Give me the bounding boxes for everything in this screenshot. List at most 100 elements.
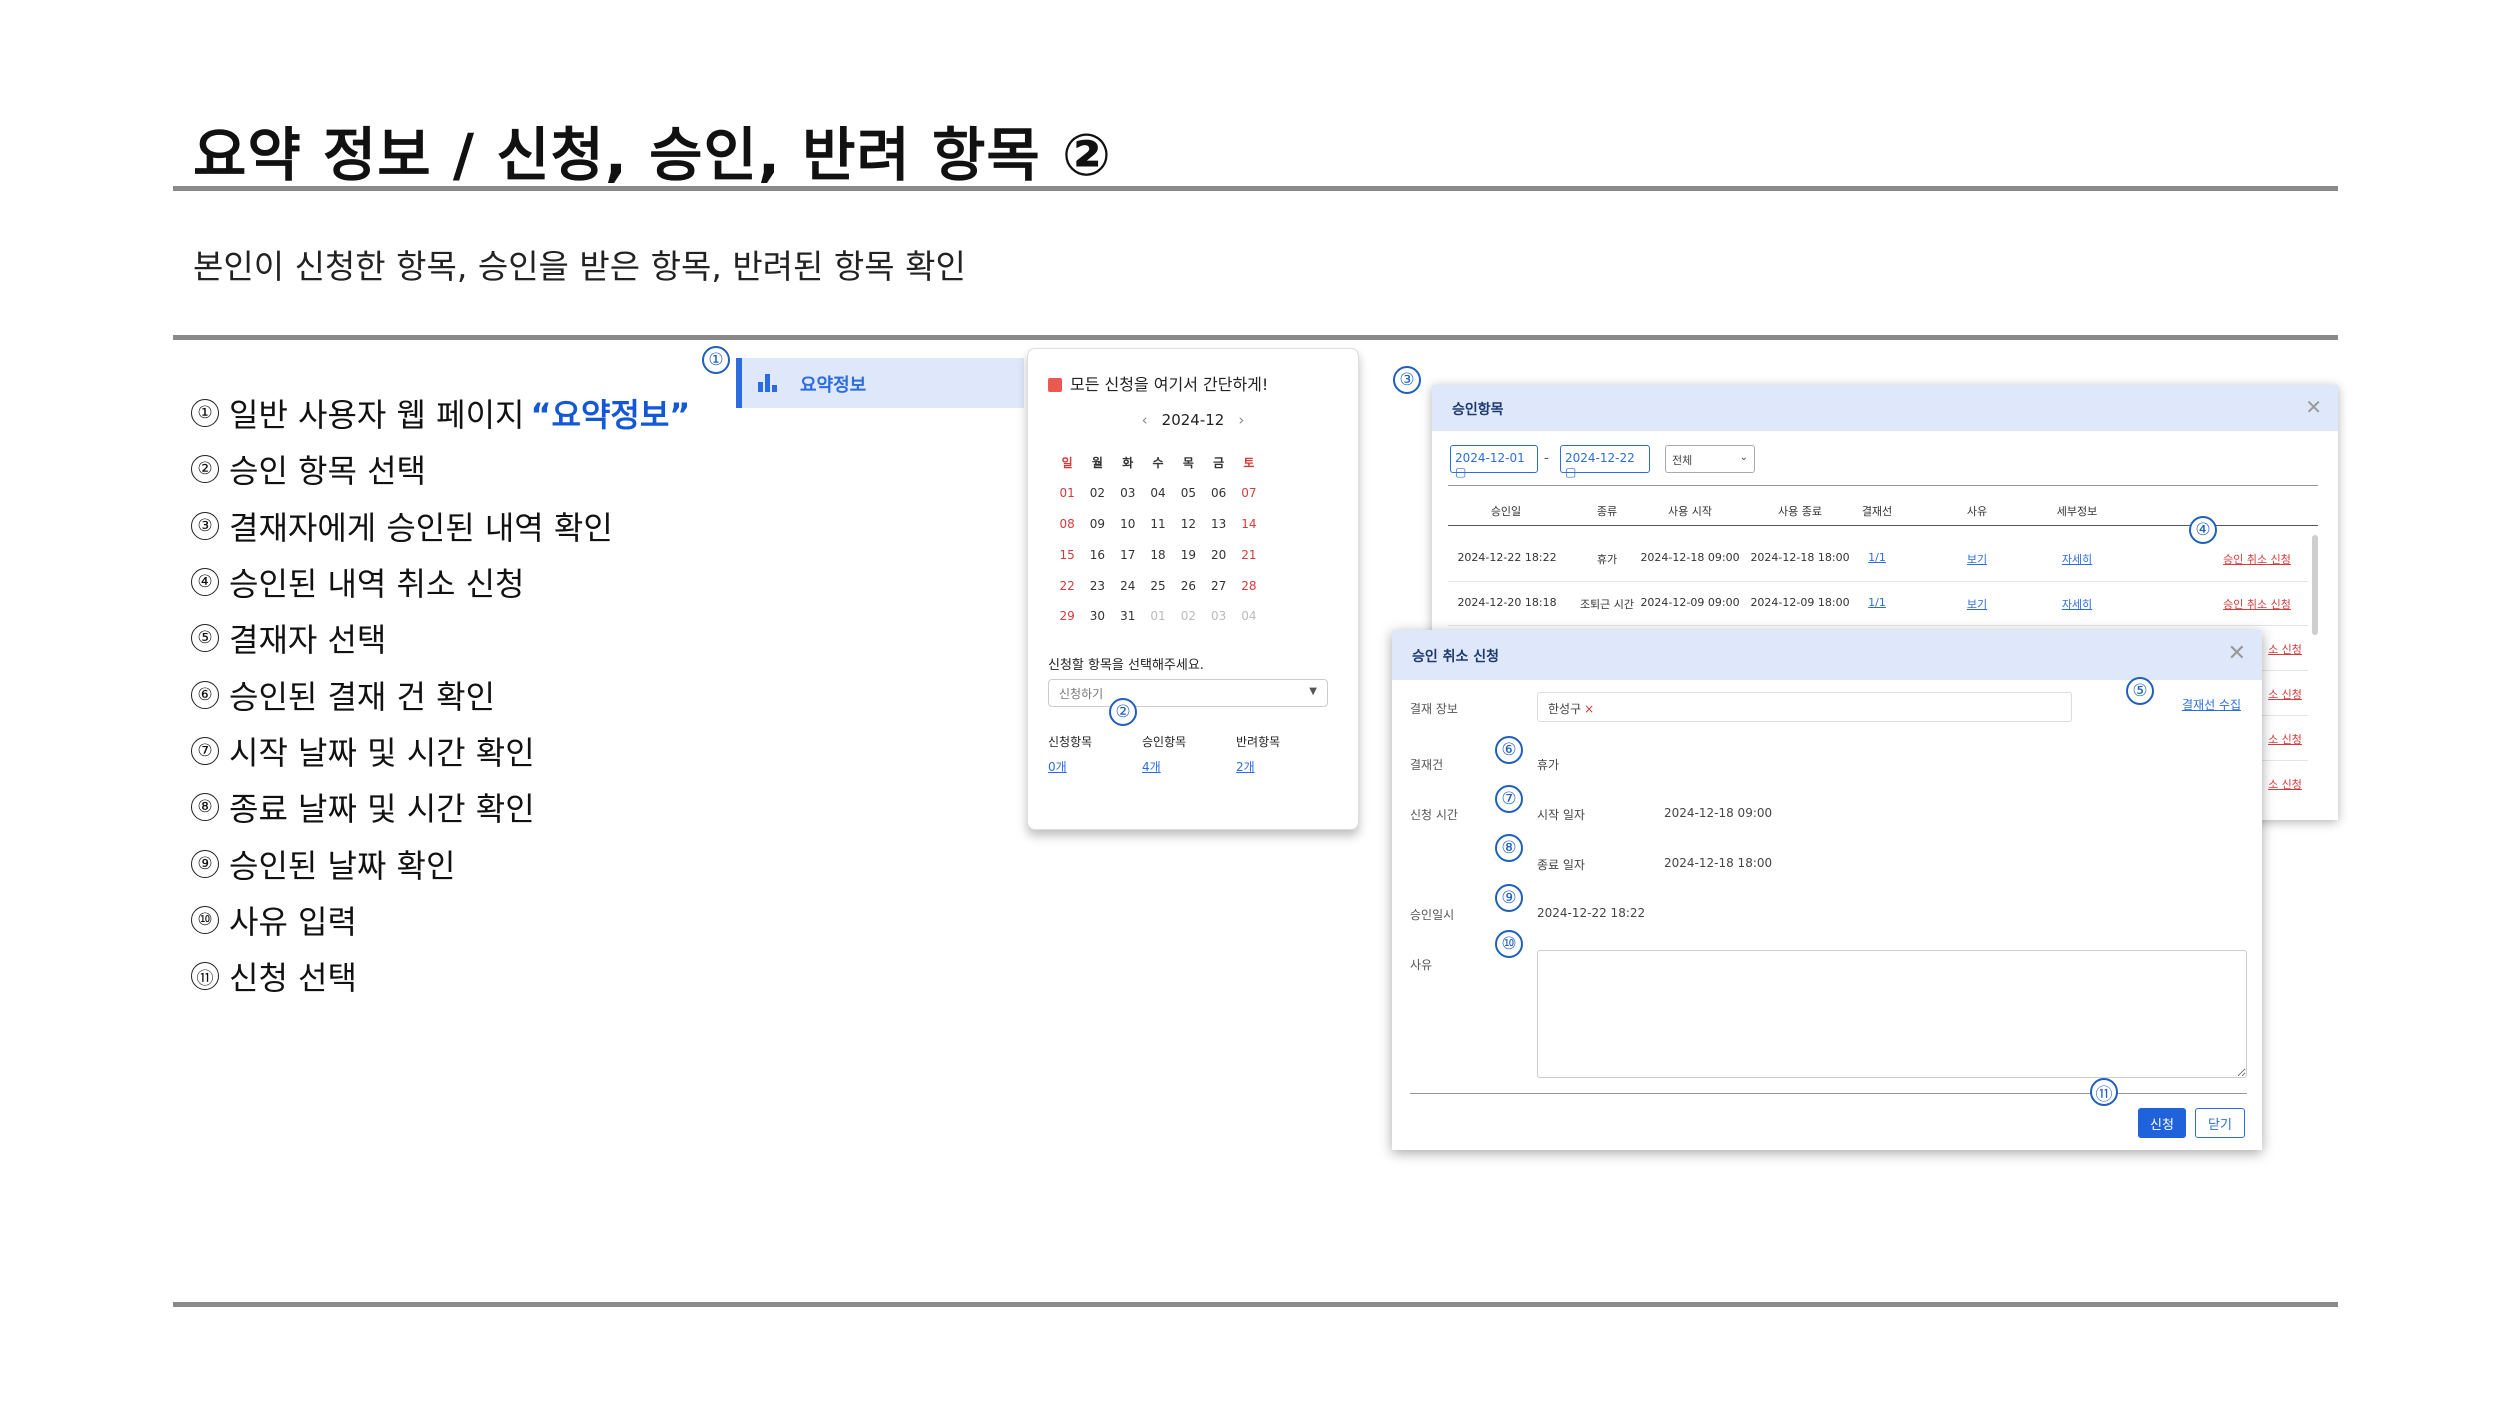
header-divider xyxy=(1448,525,2318,526)
prev-month-icon[interactable]: ‹ xyxy=(1142,411,1148,429)
calendar-day[interactable]: 21 xyxy=(1234,548,1264,562)
cancel-request-link[interactable]: 소 신청 xyxy=(2260,641,2310,657)
cancel-request-link[interactable]: 소 신청 xyxy=(2260,731,2310,747)
sidebar-item-label: 요약정보 xyxy=(800,375,867,396)
cancel-request-link[interactable]: 소 신청 xyxy=(2260,686,2310,702)
week-row: 15 16 17 18 19 20 21 xyxy=(1052,539,1337,570)
calendar-day[interactable]: 31 xyxy=(1113,609,1143,623)
stat-approved: 승인항목 4개 xyxy=(1142,733,1186,775)
calendar-day[interactable]: 27 xyxy=(1203,579,1233,593)
calendar-day[interactable]: 01 xyxy=(1052,486,1082,500)
date-to-input[interactable]: 2024-12-22 ▢ xyxy=(1560,445,1650,479)
calendar-day[interactable]: 30 xyxy=(1082,609,1112,623)
calendar-icon xyxy=(1048,378,1062,392)
filter-select[interactable]: 전체 ⌄ xyxy=(1665,445,1755,473)
month-label: 2024-12 xyxy=(1161,411,1225,429)
cell-start: 2024-12-09 09:00 xyxy=(1640,596,1740,609)
calendar-day[interactable]: 17 xyxy=(1113,548,1143,562)
calendar-day[interactable]: 10 xyxy=(1113,517,1143,531)
remove-icon[interactable]: × xyxy=(1584,702,1594,716)
close-button[interactable]: 닫기 xyxy=(2195,1108,2245,1138)
page-title: 요약 정보 / 신청, 승인, 반려 항목 ② xyxy=(193,121,1113,189)
calendar-day[interactable]: 22 xyxy=(1052,579,1082,593)
weekday-label: 목 xyxy=(1182,455,1194,470)
calendar-day[interactable]: 18 xyxy=(1143,548,1173,562)
calendar-day[interactable]: 12 xyxy=(1173,517,1203,531)
step-5: ⑤ 결재자 선택 xyxy=(191,610,751,666)
calendar-day[interactable]: 08 xyxy=(1052,517,1082,531)
calendar-day[interactable]: 15 xyxy=(1052,548,1082,562)
calendar-day[interactable]: 04 xyxy=(1234,609,1264,623)
calendar-day[interactable]: 29 xyxy=(1052,609,1082,623)
calendar-day[interactable]: 16 xyxy=(1082,548,1112,562)
close-icon[interactable]: ✕ xyxy=(2228,641,2246,666)
detail-link[interactable]: 자세히 xyxy=(2037,551,2117,567)
stat-label: 반려항목 xyxy=(1236,735,1281,749)
next-month-icon[interactable]: › xyxy=(1238,411,1244,429)
calendar-day[interactable]: 13 xyxy=(1203,517,1233,531)
step-4: ④ 승인된 내역 취소 신청 xyxy=(191,554,751,610)
detail-link[interactable]: 자세히 xyxy=(2037,596,2117,612)
card-header: 모든 신청을 여기서 간단하게! xyxy=(1048,371,1268,395)
calendar-day[interactable]: 04 xyxy=(1143,486,1173,500)
cancel-request-link[interactable]: 승인 취소 신청 xyxy=(2212,551,2302,567)
approval-line-link[interactable]: 1/1 xyxy=(1837,596,1917,609)
calendar-day[interactable]: 14 xyxy=(1234,517,1264,531)
subtitle-divider xyxy=(173,335,2338,340)
calendar-day[interactable]: 20 xyxy=(1203,548,1233,562)
cell-approved: 2024-12-20 18:18 xyxy=(1457,596,1557,609)
step-number: ② xyxy=(191,455,219,484)
step-text: 승인된 날짜 확인 xyxy=(229,846,456,885)
calendar-day[interactable]: 24 xyxy=(1113,579,1143,593)
step-10: ⑩ 사유 입력 xyxy=(191,892,751,948)
marker-1: ① xyxy=(702,346,730,374)
date-from-input[interactable]: 2024-12-01 ▢ xyxy=(1450,445,1538,479)
calendar-day[interactable]: 07 xyxy=(1234,486,1264,500)
reason-view-link[interactable]: 보기 xyxy=(1937,551,2017,567)
card-header-text: 모든 신청을 여기서 간단하게! xyxy=(1070,375,1269,394)
weekday-label: 토 xyxy=(1243,455,1255,470)
approver-field[interactable]: 한성구 × xyxy=(1537,692,2072,722)
calendar-day[interactable]: 23 xyxy=(1082,579,1112,593)
sidebar-item-summary[interactable]: 요약정보 xyxy=(736,358,1024,408)
cancel-request-link[interactable]: 승인 취소 신청 xyxy=(2212,596,2302,612)
apply-select[interactable]: 신청하기 ▼ xyxy=(1048,679,1328,707)
scrollbar[interactable] xyxy=(2312,535,2318,635)
calendar-day[interactable]: 28 xyxy=(1234,579,1264,593)
stat-rejected: 반려항목 2개 xyxy=(1236,733,1280,775)
submit-button[interactable]: 신청 xyxy=(2138,1108,2186,1138)
step-8: ⑧ 종료 날짜 및 시간 확인 xyxy=(191,779,751,835)
stat-value-link[interactable]: 2개 xyxy=(1236,758,1280,775)
column-header: 세부정보 xyxy=(2056,505,2098,518)
calendar-day[interactable]: 06 xyxy=(1203,486,1233,500)
stat-label: 승인항목 xyxy=(1142,735,1187,749)
column-header: 사용 시작 xyxy=(1668,505,1712,518)
cell-type: 휴가 xyxy=(1596,553,1618,566)
calendar-day[interactable]: 25 xyxy=(1143,579,1173,593)
chevron-down-icon: ⌄ xyxy=(1739,452,1748,463)
close-icon[interactable]: ✕ xyxy=(2305,395,2322,419)
step-2: ② 승인 항목 선택 xyxy=(191,441,751,497)
calendar-day[interactable]: 01 xyxy=(1143,609,1173,623)
collect-approvers-link[interactable]: 결재선 수집 xyxy=(2182,696,2241,713)
stat-value-link[interactable]: 0개 xyxy=(1048,758,1092,775)
approver-chip: 한성구 xyxy=(1548,702,1582,716)
calendar-day[interactable]: 02 xyxy=(1173,609,1203,623)
calendar-day[interactable]: 26 xyxy=(1173,579,1203,593)
calendar-day[interactable]: 03 xyxy=(1203,609,1233,623)
calendar-day[interactable]: 19 xyxy=(1173,548,1203,562)
reason-label: 사유 xyxy=(1410,958,1433,972)
cancel-request-link[interactable]: 소 신청 xyxy=(2260,776,2310,792)
stat-value-link[interactable]: 4개 xyxy=(1142,758,1186,775)
week-row: 08 09 10 11 12 13 14 xyxy=(1052,509,1337,540)
divider xyxy=(1448,485,2318,486)
reason-view-link[interactable]: 보기 xyxy=(1937,596,2017,612)
approval-line-link[interactable]: 1/1 xyxy=(1837,551,1917,564)
calendar-day[interactable]: 03 xyxy=(1113,486,1143,500)
reason-textarea[interactable] xyxy=(1537,950,2247,1078)
calendar-day[interactable]: 09 xyxy=(1082,517,1112,531)
calendar-day[interactable]: 05 xyxy=(1173,486,1203,500)
calendar-day[interactable]: 02 xyxy=(1082,486,1112,500)
step-list: ① 일반 사용자 웹 페이지 “요약정보” ② 승인 항목 선택 ③ 결재자에게 승… xyxy=(191,385,751,1004)
calendar-day[interactable]: 11 xyxy=(1143,517,1173,531)
